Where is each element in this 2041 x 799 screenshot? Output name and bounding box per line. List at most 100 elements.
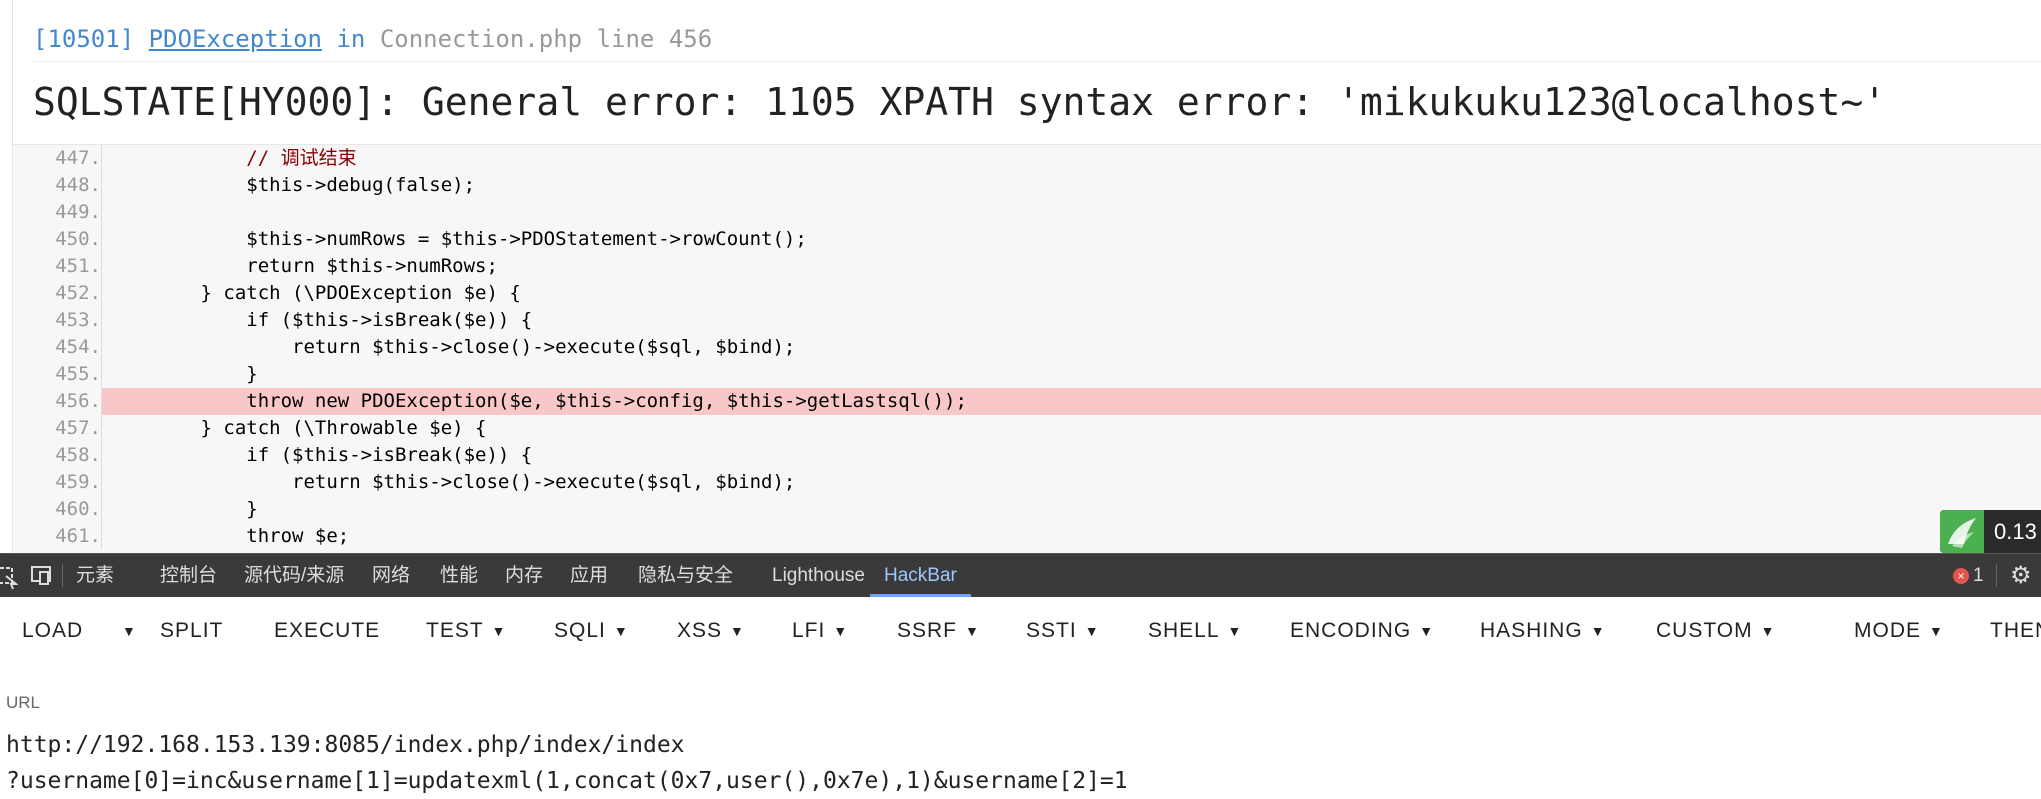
hackbar-load-button[interactable]: LOAD — [22, 615, 83, 647]
gear-icon[interactable]: ⚙ — [2010, 554, 2032, 597]
exception-class-link[interactable]: PDOException — [149, 25, 322, 53]
line-number: 452. — [13, 280, 102, 307]
code-line: 458. if ($this->isBreak($e)) { — [13, 442, 2041, 469]
chevron-down-icon: ▼ — [1085, 623, 1100, 639]
exception-line-number: 456 — [669, 25, 712, 53]
line-number: 455. — [13, 361, 102, 388]
tab-performance[interactable]: 性能 — [440, 554, 478, 597]
chevron-down-icon: ▼ — [1591, 623, 1606, 639]
tab-application[interactable]: 应用 — [570, 554, 608, 597]
trace-runtime: 0.13 — [1994, 510, 2037, 553]
exception-header: [10501] PDOException in Connection.php l… — [33, 20, 2041, 58]
line-code: $this->debug(false); — [109, 172, 475, 199]
line-number: 447. — [13, 145, 102, 172]
code-line: 461. throw $e; — [13, 523, 2041, 550]
chevron-down-icon: ▼ — [492, 623, 507, 639]
tab-network[interactable]: 网络 — [372, 554, 410, 597]
line-number: 449. — [13, 199, 102, 226]
tab-elements[interactable]: 元素 — [76, 554, 114, 597]
line-number: 457. — [13, 415, 102, 442]
line-code: throw $e; — [109, 523, 349, 550]
tab-memory[interactable]: 内存 — [505, 554, 543, 597]
inspect-element-icon[interactable] — [0, 554, 18, 597]
line-code: } — [109, 361, 258, 388]
hackbar-sqli-menu[interactable]: SQLI ▼ — [554, 615, 629, 647]
toolbar-divider — [62, 564, 63, 587]
tab-hackbar[interactable]: HackBar — [870, 554, 971, 597]
chevron-down-icon: ▼ — [614, 623, 629, 639]
line-code: } — [109, 496, 258, 523]
code-line: 450. $this->numRows = $this->PDOStatemen… — [13, 226, 2041, 253]
hackbar-lfi-menu[interactable]: LFI ▼ — [792, 615, 848, 647]
hackbar-theme-menu[interactable]: THEN — [1990, 615, 2041, 647]
hackbar-split-button[interactable]: SPLIT — [160, 615, 223, 647]
code-line: 447. // 调试结束 — [13, 145, 2041, 172]
exception-message: SQLSTATE[HY000]: General error: 1105 XPA… — [33, 72, 2041, 132]
code-line: 452. } catch (\PDOException $e) { — [13, 280, 2041, 307]
exception-code: [10501] — [33, 25, 134, 53]
tab-privacy-security[interactable]: 隐私与安全 — [638, 554, 733, 597]
line-number: 456. — [13, 388, 102, 415]
line-number: 448. — [13, 172, 102, 199]
tab-console[interactable]: 控制台 — [160, 554, 217, 597]
exception-line-label: line — [597, 25, 655, 53]
source-code-block: 447. // 调试结束 448. $this->debug(false); 449… — [13, 144, 2041, 553]
code-line: 459. return $this->close()->execute($sql… — [13, 469, 2041, 496]
hackbar-encoding-label: ENCODING — [1290, 619, 1411, 642]
hackbar-hashing-menu[interactable]: HASHING ▼ — [1480, 615, 1606, 647]
exception-page: [10501] PDOException in Connection.php l… — [0, 0, 2041, 553]
header-divider — [33, 61, 2041, 62]
hackbar-xss-menu[interactable]: XSS ▼ — [677, 615, 745, 647]
line-code: if ($this->isBreak($e)) { — [109, 442, 532, 469]
line-code: // 调试结束 — [109, 145, 357, 172]
console-error-counter[interactable]: × 1 — [1953, 554, 1984, 597]
devtools-tab-bar: 元素 控制台 源代码/来源 网络 性能 内存 应用 隐私与安全 Lighthou… — [0, 553, 2041, 597]
url-label: URL — [6, 693, 40, 713]
hackbar-load-dropdown-caret[interactable]: ▼ — [114, 615, 137, 647]
hackbar-execute-button[interactable]: EXECUTE — [274, 615, 380, 647]
line-number: 450. — [13, 226, 102, 253]
url-textarea[interactable]: http://192.168.153.139:8085/index.php/in… — [6, 727, 2041, 799]
hackbar-sqli-label: SQLI — [554, 619, 606, 642]
chevron-down-icon: ▼ — [1419, 623, 1434, 639]
thinkphp-logo-icon — [1940, 510, 1984, 553]
chevron-down-icon: ▼ — [730, 623, 745, 639]
code-line: 460. } — [13, 496, 2041, 523]
hackbar-test-label: TEST — [426, 619, 484, 642]
code-lines: 447. // 调试结束 448. $this->debug(false); 449… — [13, 145, 2041, 550]
hackbar-shell-menu[interactable]: SHELL ▼ — [1148, 615, 1242, 647]
hackbar-encoding-menu[interactable]: ENCODING ▼ — [1290, 615, 1434, 647]
hackbar-ssrf-menu[interactable]: SSRF ▼ — [897, 615, 980, 647]
tab-lighthouse[interactable]: Lighthouse — [772, 554, 865, 597]
line-number: 451. — [13, 253, 102, 280]
line-code: } catch (\PDOException $e) { — [109, 280, 521, 307]
device-toolbar-icon[interactable] — [30, 554, 54, 597]
chevron-down-icon: ▼ — [1761, 623, 1776, 639]
hackbar-test-menu[interactable]: TEST ▼ — [426, 615, 507, 647]
code-line-highlighted: 456. throw new PDOException($e, $this->c… — [13, 388, 2041, 415]
line-code: throw new PDOException($e, $this->config… — [109, 388, 967, 415]
hackbar-mode-menu[interactable]: MODE ▼ — [1854, 615, 1944, 647]
code-line: 448. $this->debug(false); — [13, 172, 2041, 199]
code-line: 457. } catch (\Throwable $e) { — [13, 415, 2041, 442]
url-line-2: ?username[0]=inc&username[1]=updatexml(1… — [6, 768, 1128, 794]
line-number: 453. — [13, 307, 102, 334]
line-code: } catch (\Throwable $e) { — [109, 415, 487, 442]
trace-badge[interactable]: 0.13 — [1940, 510, 2041, 553]
hackbar-mode-label: MODE — [1854, 619, 1921, 642]
hackbar-ssti-menu[interactable]: SSTI ▼ — [1026, 615, 1100, 647]
hackbar-custom-menu[interactable]: CUSTOM ▼ — [1656, 615, 1775, 647]
exception-card: [10501] PDOException in Connection.php l… — [12, 0, 2041, 553]
line-code: if ($this->isBreak($e)) { — [109, 307, 532, 334]
line-number: 454. — [13, 334, 102, 361]
exception-in-word: in — [336, 25, 365, 53]
tab-sources[interactable]: 源代码/来源 — [244, 554, 344, 597]
line-number: 460. — [13, 496, 102, 523]
chevron-down-icon: ▼ — [965, 623, 980, 639]
code-line: 453. if ($this->isBreak($e)) { — [13, 307, 2041, 334]
code-line: 454. return $this->close()->execute($sql… — [13, 334, 2041, 361]
hackbar-ssti-label: SSTI — [1026, 619, 1077, 642]
chevron-down-icon: ▼ — [1929, 623, 1944, 639]
hackbar-xss-label: XSS — [677, 619, 722, 642]
hackbar-lfi-label: LFI — [792, 619, 825, 642]
